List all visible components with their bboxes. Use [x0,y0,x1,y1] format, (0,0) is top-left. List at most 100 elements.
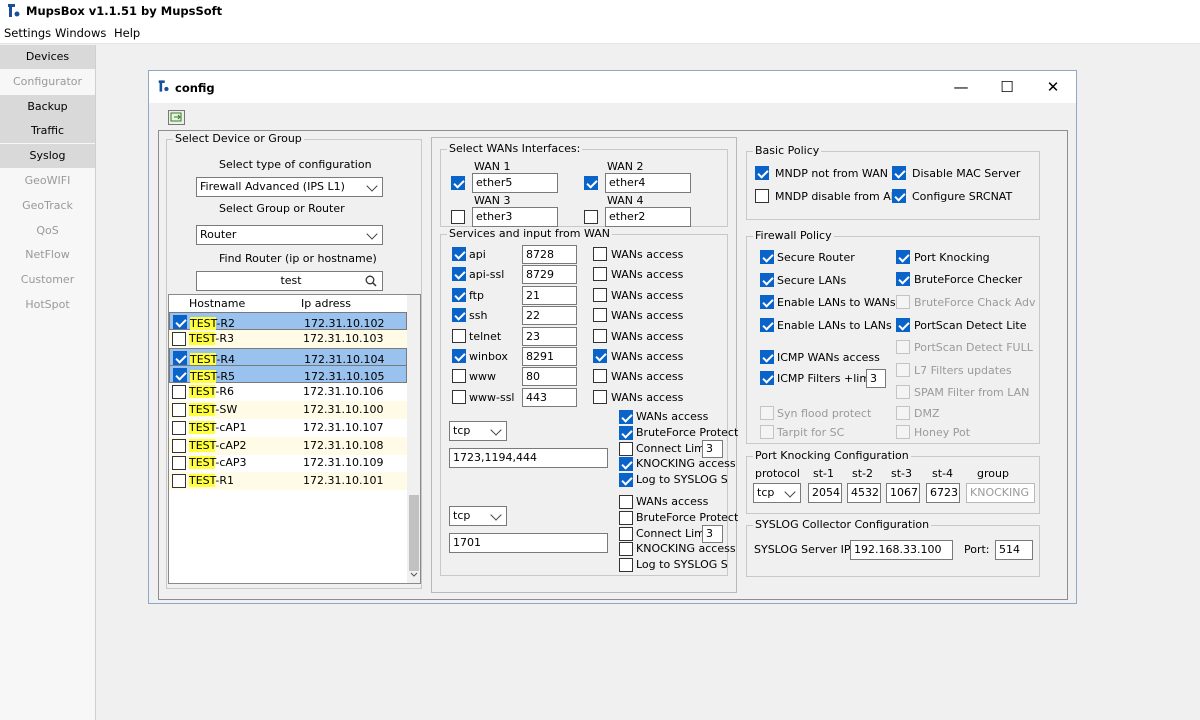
service-checkbox-telnet[interactable] [452,328,466,343]
knock-step-input[interactable]: 1067 [886,483,920,503]
table-row[interactable]: TEST-R6 172.31.10.106 [169,383,407,401]
row-checkbox[interactable] [173,315,187,329]
custom-option-checkbox[interactable] [619,410,633,424]
minimize-button[interactable]: — [938,71,984,103]
connect-limit-input[interactable]: 3 [702,524,723,543]
service-port-input[interactable]: 21 [522,285,577,305]
sidebar-item-netflow[interactable]: NetFlow [0,243,95,267]
service-wans-checkbox[interactable] [593,369,607,384]
custom-option-checkbox[interactable] [619,441,633,456]
sidebar-item-geowifi[interactable]: GeoWIFI [0,169,95,193]
custom-ports-input[interactable]: 1723,1194,444 [449,448,608,468]
row-checkbox[interactable] [172,403,186,417]
table-row[interactable]: TEST-SW 172.31.10.100 [169,401,407,419]
wan-interface-input[interactable]: ether2 [605,207,691,227]
wan-checkbox[interactable] [584,176,598,190]
table-row[interactable]: TEST-R2 172.31.10.102 [169,312,407,330]
service-port-input[interactable]: 80 [522,367,577,387]
wan-interface-input[interactable]: ether5 [472,173,558,193]
close-button[interactable]: ✕ [1030,71,1076,103]
fw-left-checkbox[interactable] [760,350,774,364]
service-checkbox-ssh[interactable] [452,308,466,323]
wan-interface-input[interactable]: ether4 [605,173,691,193]
fw-left-checkbox[interactable] [760,371,774,385]
icmp-limit-input[interactable]: 3 [866,369,886,388]
sidebar-item-backup[interactable]: Backup [0,94,95,119]
row-checkbox[interactable] [173,368,187,383]
table-row[interactable]: TEST-R4 172.31.10.104 [169,347,407,366]
sidebar-item-qos[interactable]: QoS [0,219,95,243]
service-wans-checkbox[interactable] [593,287,607,302]
service-wans-checkbox[interactable] [593,349,607,363]
row-checkbox[interactable] [172,438,186,453]
apply-config-icon[interactable] [168,110,185,125]
basic-policy-checkbox[interactable] [892,166,906,180]
fw-right-checkbox[interactable] [896,272,910,286]
find-router-input[interactable]: test [196,271,383,291]
table-row[interactable]: TEST-cAP3 172.31.10.109 [169,454,407,472]
custom-option-checkbox[interactable] [619,542,633,557]
col-hostname[interactable]: Hostname [189,297,245,310]
service-wans-checkbox[interactable] [593,389,607,404]
service-port-input[interactable]: 23 [522,326,577,346]
service-port-input[interactable]: 8729 [522,265,577,285]
service-checkbox-www-ssl[interactable] [452,389,466,404]
table-row[interactable]: TEST-cAP2 172.31.10.108 [169,436,407,455]
fw-right-checkbox[interactable] [896,318,910,332]
knock-step-input[interactable]: 6723 [926,483,960,503]
menu-windows[interactable]: Windows [55,26,106,40]
col-ip[interactable]: Ip adress [301,297,351,310]
basic-policy-checkbox[interactable] [755,166,769,180]
service-port-input[interactable]: 443 [522,387,577,407]
row-checkbox[interactable] [173,350,187,365]
sidebar-item-hotspot[interactable]: HotSpot [0,293,95,317]
custom-ports-input[interactable]: 1701 [449,533,608,553]
custom-protocol-select[interactable]: tcp [449,421,507,441]
table-row[interactable]: TEST-cAP1 172.31.10.107 [169,419,407,437]
group-select[interactable]: Router [196,225,383,245]
knock-group-input[interactable]: KNOCKING [966,483,1035,503]
row-checkbox[interactable] [172,474,186,489]
scrollbar-thumb[interactable] [409,495,419,571]
custom-option-checkbox[interactable] [619,425,633,440]
table-row[interactable]: TEST-R3 172.31.10.103 [169,329,407,348]
sidebar-item-traffic[interactable]: Traffic [0,119,95,144]
table-scrollbar[interactable] [407,295,420,583]
service-wans-checkbox[interactable] [593,328,607,343]
scroll-down-icon[interactable] [410,571,418,579]
row-checkbox[interactable] [172,331,186,346]
knock-step-input[interactable]: 2054 [808,483,842,503]
fw-left-checkbox[interactable] [760,295,774,309]
custom-option-checkbox[interactable] [619,457,633,472]
service-checkbox-api-ssl[interactable] [452,267,466,282]
row-checkbox[interactable] [172,456,186,471]
service-wans-checkbox[interactable] [593,267,607,282]
menu-help[interactable]: Help [114,26,140,40]
custom-option-checkbox[interactable] [619,473,633,488]
service-port-input[interactable]: 8728 [522,245,577,264]
sidebar-item-customer[interactable]: Customer [0,268,95,292]
fw-left-checkbox[interactable] [760,318,774,332]
sidebar-item-syslog[interactable]: Syslog [0,144,95,169]
search-icon[interactable] [365,275,377,287]
maximize-button[interactable]: ☐ [984,71,1030,103]
custom-option-checkbox[interactable] [619,510,633,525]
wan-checkbox[interactable] [451,176,465,190]
config-type-select[interactable]: Firewall Advanced (IPS L1) [196,177,383,197]
fw-left-checkbox[interactable] [760,273,774,287]
fw-right-checkbox[interactable] [896,250,910,264]
basic-policy-checkbox[interactable] [755,189,769,203]
service-checkbox-winbox[interactable] [452,349,466,363]
sidebar-item-configurator[interactable]: Configurator [0,70,95,94]
menu-settings[interactable]: Settings [4,26,51,40]
row-checkbox[interactable] [172,385,186,400]
connect-limit-input[interactable]: 3 [702,439,723,458]
syslog-port-input[interactable]: 514 [995,540,1033,560]
table-row[interactable]: TEST-R1 172.31.10.101 [169,472,407,491]
custom-option-checkbox[interactable] [619,526,633,541]
row-checkbox[interactable] [172,420,186,435]
service-port-input[interactable]: 22 [522,306,577,326]
wan-interface-input[interactable]: ether3 [472,207,558,227]
service-checkbox-ftp[interactable] [452,287,466,302]
service-wans-checkbox[interactable] [593,308,607,323]
